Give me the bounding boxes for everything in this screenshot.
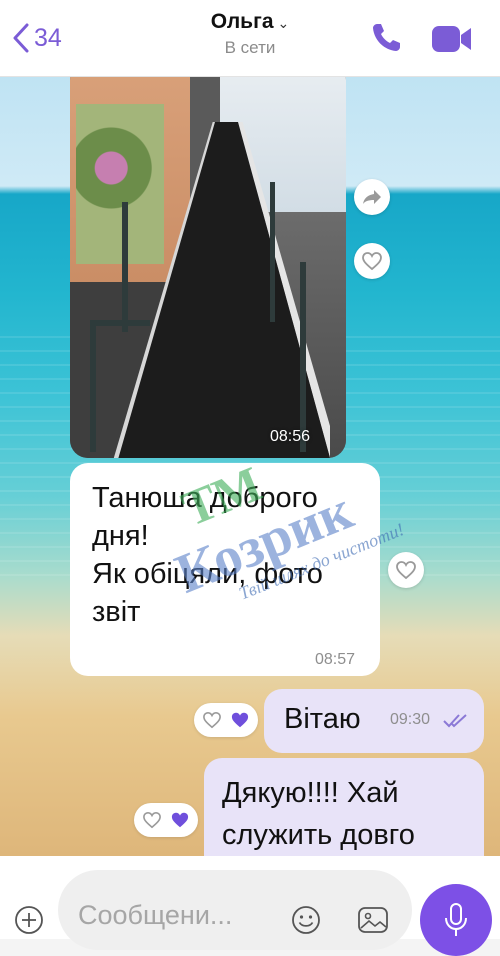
message-text: Дякую!!!! Хай служить довго xyxy=(222,777,415,851)
double-check-icon xyxy=(443,714,467,728)
video-camera-icon[interactable] xyxy=(430,22,474,56)
contact-name: Ольга xyxy=(210,10,274,33)
heart-icon xyxy=(362,252,382,271)
outgoing-message[interactable]: Дякую!!!! Хай служить довго xyxy=(204,758,484,868)
heart-filled-icon[interactable] xyxy=(170,811,190,829)
contact-name-row[interactable]: Ольга ⌄ xyxy=(0,10,500,34)
heart-icon[interactable] xyxy=(202,711,222,729)
like-button[interactable] xyxy=(388,552,424,588)
microphone-button[interactable] xyxy=(420,884,492,956)
heart-filled-icon[interactable] xyxy=(230,711,250,729)
photo-rail-post xyxy=(122,202,128,332)
photo-rail-bar xyxy=(90,320,150,326)
message-text: Вітаю xyxy=(284,703,361,735)
message-text: Танюша доброго дня! Як обіцяли, фото зві… xyxy=(92,482,323,628)
like-button[interactable] xyxy=(354,243,390,279)
photo-timestamp: 08:56 xyxy=(270,428,311,445)
plus-icon[interactable] xyxy=(14,905,44,935)
smile-icon[interactable] xyxy=(290,904,322,936)
photo-message[interactable] xyxy=(70,62,346,458)
message-timestamp: 08:57 xyxy=(315,651,356,668)
chevron-down-icon: ⌄ xyxy=(277,15,290,31)
photo-rail-post xyxy=(270,182,275,322)
incoming-message[interactable]: Танюша доброго дня! Як обіцяли, фото зві… xyxy=(70,463,380,676)
heart-icon[interactable] xyxy=(142,811,162,829)
forward-button[interactable] xyxy=(354,179,390,215)
heart-icon xyxy=(396,561,416,580)
microphone-icon xyxy=(445,903,467,936)
message-timestamp: 09:30 xyxy=(390,711,431,728)
reaction-bar[interactable] xyxy=(134,803,198,837)
outgoing-message[interactable]: Вітаю 09:30 xyxy=(264,689,484,753)
forward-icon xyxy=(363,190,381,204)
phone-icon[interactable] xyxy=(368,20,404,56)
contact-info[interactable]: Ольга ⌄ В сети xyxy=(0,10,500,58)
photo-mural xyxy=(76,104,164,264)
gallery-icon[interactable] xyxy=(356,904,390,936)
photo-rail-post xyxy=(90,322,96,452)
photo-rail-post xyxy=(300,262,306,452)
reaction-bar[interactable] xyxy=(194,703,258,737)
contact-status: В сети xyxy=(224,38,276,57)
message-input-placeholder: Сообщени... xyxy=(78,900,233,930)
chat-header: 34 Ольга ⌄ В сети xyxy=(0,0,500,77)
